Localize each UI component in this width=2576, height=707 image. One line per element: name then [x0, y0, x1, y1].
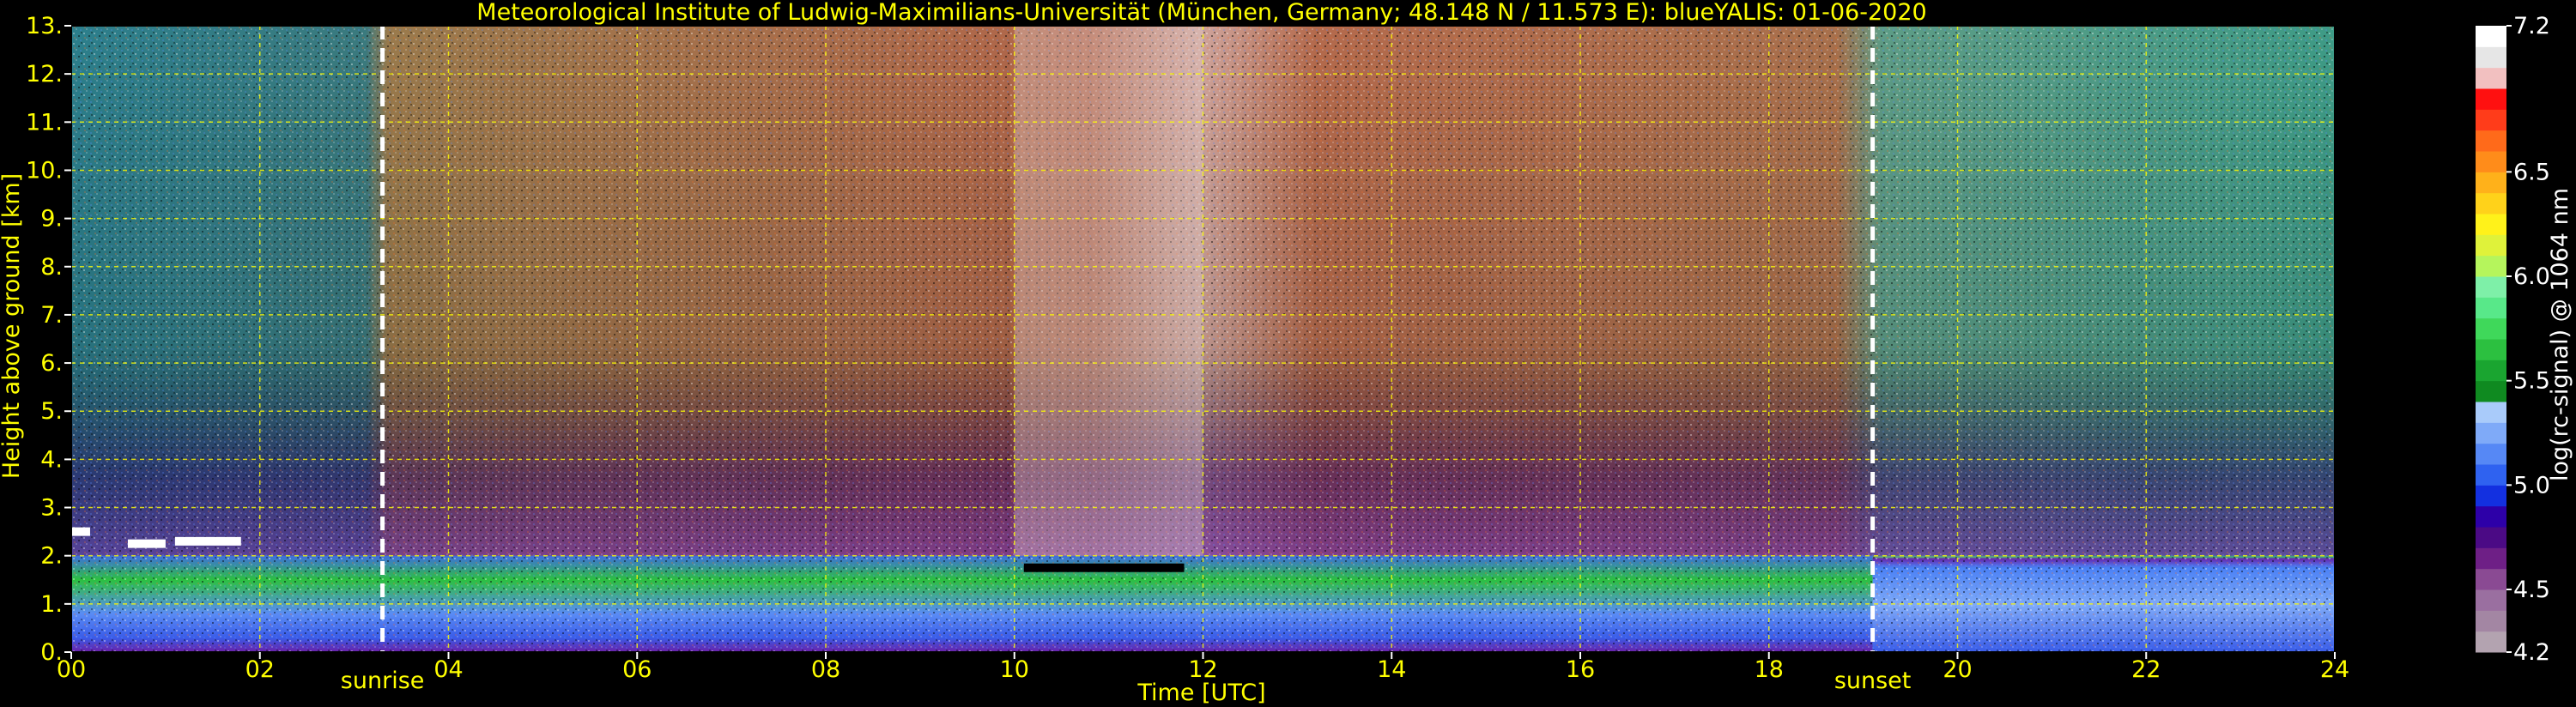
colorbar-tick-label: 4.5	[2513, 577, 2550, 603]
colorbar-swatch	[2476, 527, 2506, 548]
y-axis-label: Height above ground [km]	[0, 173, 25, 479]
colorbar-swatch	[2476, 422, 2506, 444]
x-tick-label: 16	[1566, 656, 1595, 683]
colorbar-swatch	[2476, 297, 2506, 319]
colorbar-swatch	[2476, 26, 2506, 47]
y-tick-label: 9.	[40, 206, 63, 233]
colorbar-swatch	[2476, 339, 2506, 360]
lidar-chart: sunrise sunset 00 02 04 06 08 10 12 14 16 18 20 22 24…	[0, 0, 2573, 706]
y-tick-label: 6.	[40, 350, 63, 377]
x-tick-label: 24	[2320, 656, 2349, 683]
x-tick-label: 20	[1943, 656, 1972, 683]
colorbar-label: log(rc-signal) @ 1064 nm	[2547, 188, 2573, 481]
colorbar-swatch	[2476, 485, 2506, 507]
cloud-layer	[71, 527, 90, 536]
y-tick-label: 7.	[40, 302, 63, 329]
colorbar-swatch	[2476, 67, 2506, 89]
y-tick-label: 10.	[26, 157, 63, 184]
colorbar-swatch	[2476, 276, 2506, 298]
y-tick-label: 0.	[40, 639, 63, 666]
y-tick-label: 13.	[26, 13, 63, 39]
colorbar-swatch	[2476, 234, 2506, 257]
colorbar-swatch	[2476, 610, 2506, 632]
x-tick-label: 06	[622, 656, 652, 683]
colorbar-swatch	[2476, 360, 2506, 382]
colorbar-tick-label: 6.5	[2513, 159, 2550, 185]
colorbar-swatch	[2476, 172, 2506, 194]
colorbar-swatch	[2476, 109, 2506, 131]
colorbar-swatch	[2476, 130, 2506, 152]
cloud-streaks	[1014, 26, 1203, 556]
cloud-layer	[174, 536, 241, 546]
colorbar-swatch	[2476, 88, 2506, 110]
x-axis-label: Time [UTC]	[1136, 680, 1265, 706]
sunset-label: sunset	[1834, 668, 1912, 694]
x-tick-label: 08	[811, 656, 840, 683]
y-tick-label: 5.	[40, 398, 63, 425]
colorbar: 4.2 4.5 5.0 5.5 6.0 6.5 7.2	[2476, 13, 2550, 666]
colorbar-swatch	[2476, 317, 2506, 340]
x-tick-label: 22	[2131, 656, 2161, 683]
y-tick-label: 11.	[26, 109, 63, 136]
colorbar-swatch	[2476, 547, 2506, 570]
colorbar-tick-label: 5.5	[2513, 368, 2550, 395]
colorbar-swatch	[2476, 443, 2506, 465]
colorbar-swatch	[2476, 464, 2506, 486]
y-tick-label: 8.	[40, 254, 63, 281]
colorbar-swatch	[2476, 214, 2506, 235]
cloud-layer	[127, 539, 166, 548]
x-tick-label: 14	[1377, 656, 1406, 683]
x-tick-label: 04	[433, 656, 463, 683]
y-tick-label: 3.	[40, 495, 63, 522]
colorbar-tick-label: 6.0	[2513, 263, 2550, 290]
colorbar-swatch	[2476, 402, 2506, 423]
colorbar-swatch	[2476, 192, 2506, 215]
colorbar-swatch	[2476, 380, 2506, 402]
colorbar-swatch	[2476, 631, 2506, 653]
chart-title: Meteorological Institute of Ludwig-Maxim…	[476, 0, 1926, 26]
cloud-layer	[1023, 563, 1185, 572]
y-tick-label: 4.	[40, 446, 63, 473]
y-tick-label: 1.	[40, 591, 63, 618]
colorbar-swatch	[2476, 589, 2506, 611]
y-tick-label: 12.	[26, 61, 63, 88]
colorbar-tick-label: 7.2	[2513, 13, 2550, 39]
x-tick-label: 18	[1755, 656, 1784, 683]
colorbar-swatch	[2476, 568, 2506, 590]
colorbar-swatch	[2476, 505, 2506, 528]
sunrise-label: sunrise	[341, 668, 425, 694]
y-tick-label: 2.	[40, 543, 63, 570]
colorbar-tick-label: 4.2	[2513, 639, 2550, 666]
colorbar-swatch	[2476, 255, 2506, 277]
x-tick-label: 10	[1000, 656, 1029, 683]
colorbar-swatch	[2476, 151, 2506, 172]
colorbar-swatch	[2476, 46, 2506, 69]
x-tick-label: 02	[245, 656, 275, 683]
colorbar-tick-label: 5.0	[2513, 472, 2550, 499]
